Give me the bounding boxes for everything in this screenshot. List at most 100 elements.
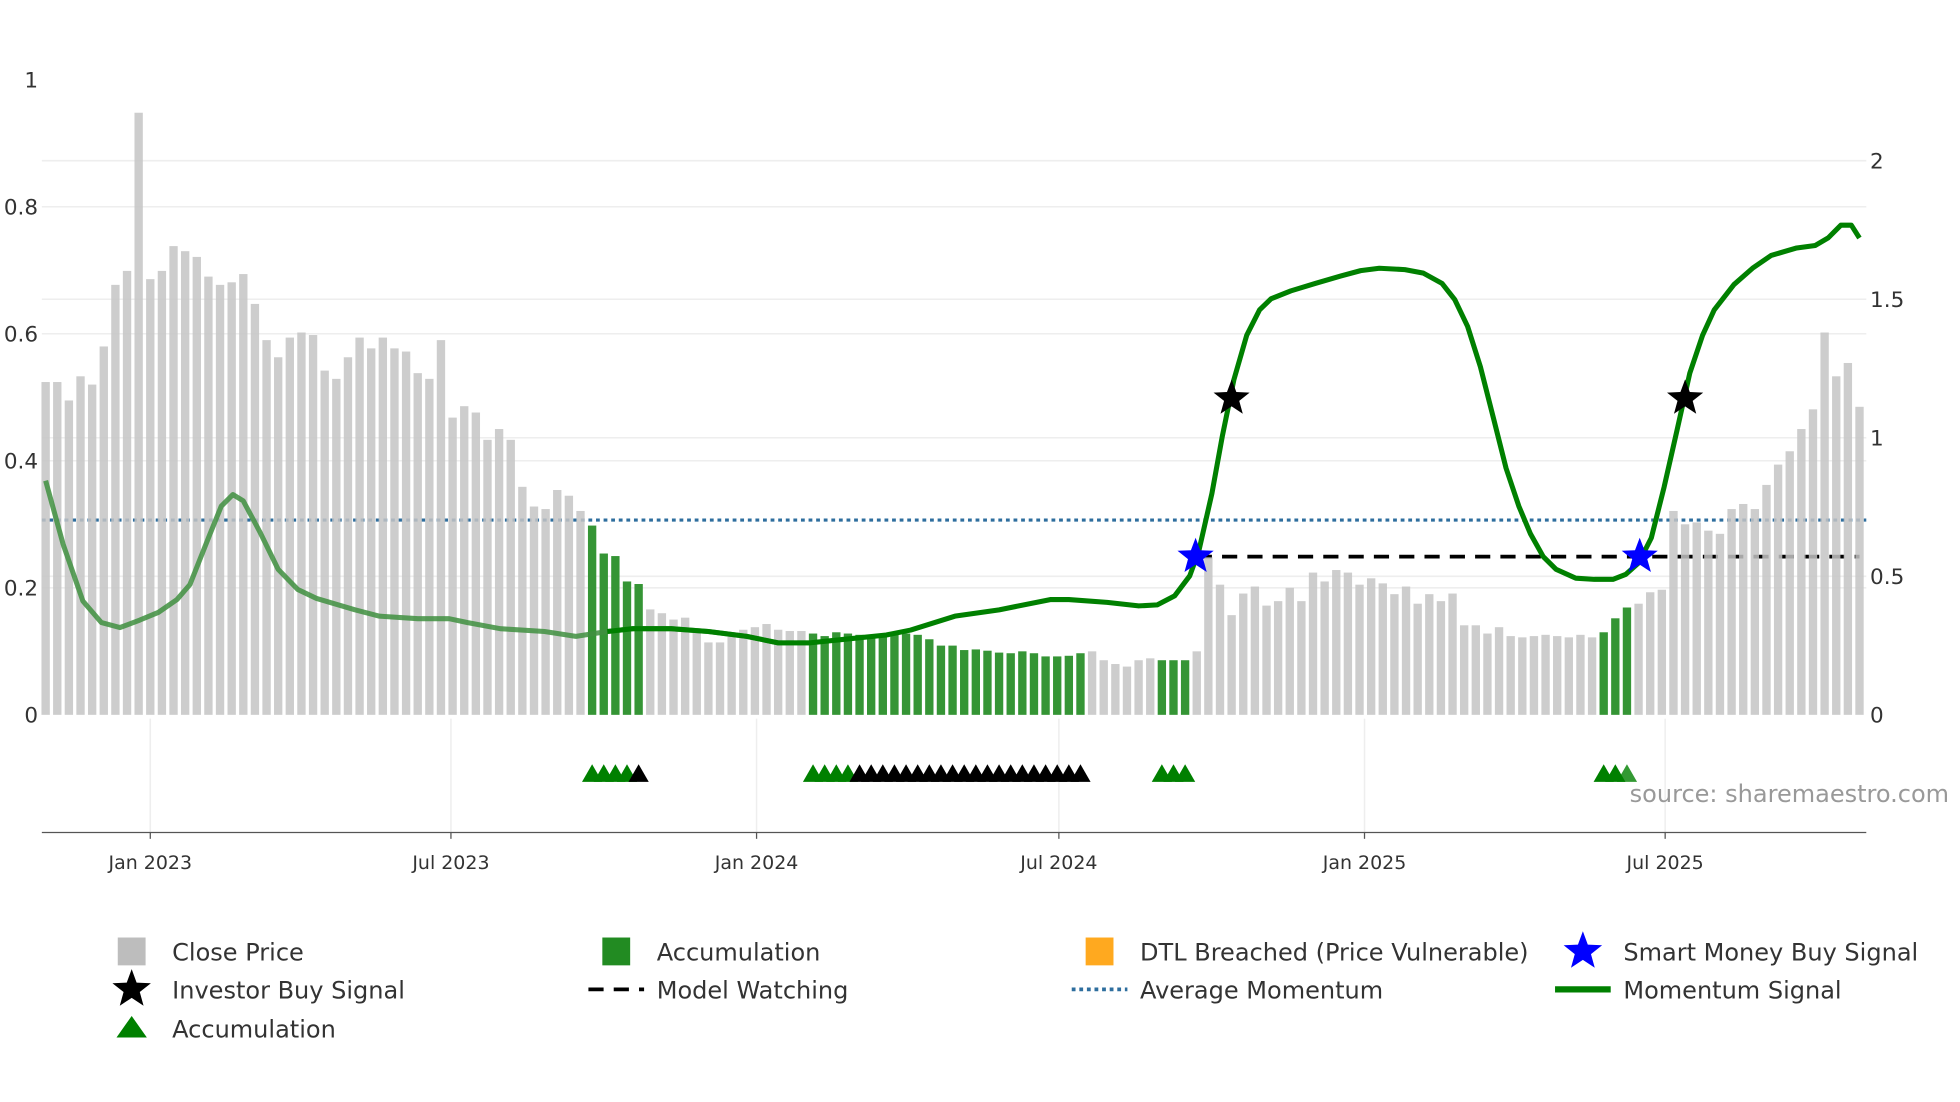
- close-price-bar: [332, 378, 341, 715]
- close-price-bar: [1448, 593, 1457, 715]
- close-price-bar: [1646, 592, 1655, 715]
- close-price-bar: [1227, 615, 1236, 715]
- close-price-bar: [262, 340, 271, 715]
- legend-label: Model Watching: [657, 976, 849, 1004]
- close-price-bar: [1273, 601, 1283, 715]
- close-price-bar: [1518, 637, 1527, 715]
- close-price-bar: [727, 633, 736, 715]
- close-price-bar: [320, 370, 329, 715]
- close-price-bar: [506, 439, 515, 715]
- close-price-bar: [1378, 583, 1387, 715]
- close-price-bar: [1762, 484, 1771, 715]
- accumulation-bar: [634, 584, 643, 715]
- close-price-bar: [1785, 451, 1794, 715]
- close-price-bar: [1471, 625, 1480, 715]
- close-price-bar: [1297, 601, 1306, 715]
- legend-label: Close Price: [172, 938, 304, 966]
- close-price-bar: [669, 619, 678, 715]
- close-price-bar: [1087, 651, 1097, 715]
- accumulation-bar: [936, 645, 946, 715]
- legend-square-icon: [1085, 937, 1114, 966]
- close-price-bar: [518, 486, 527, 715]
- close-price-bar: [192, 256, 201, 715]
- left-tick-label: 0.2: [4, 576, 38, 601]
- legend-item: DTL Breached (Price Vulnerable): [1085, 937, 1529, 966]
- legend-label: DTL Breached (Price Vulnerable): [1140, 938, 1529, 966]
- close-price-bar: [1541, 634, 1550, 715]
- accumulation-bar: [994, 652, 1004, 715]
- legend-label: Momentum Signal: [1623, 976, 1841, 1004]
- legend-star-icon: [1563, 931, 1603, 968]
- x-tick-label: Jan 2024: [714, 852, 799, 874]
- close-price-bar: [739, 629, 748, 715]
- accumulation-bar: [983, 650, 992, 715]
- close-price-bar: [1576, 634, 1585, 715]
- close-price-bar: [1773, 464, 1783, 715]
- close-price-bar: [1250, 586, 1260, 715]
- close-price-bar: [1320, 581, 1329, 715]
- accumulation-bar: [1018, 651, 1027, 715]
- close-price-bar: [1634, 603, 1643, 715]
- close-price-bar: [204, 276, 213, 715]
- accumulation-bar: [843, 633, 853, 715]
- legend-item: Smart Money Buy Signal: [1563, 931, 1918, 968]
- legend-item: Momentum Signal: [1555, 976, 1842, 1004]
- close-price-bar: [1727, 509, 1736, 715]
- accumulation-bar: [1064, 655, 1074, 715]
- close-price-bar: [1355, 584, 1364, 715]
- close-price-bar: [1308, 572, 1318, 715]
- close-price-bar: [1797, 429, 1806, 715]
- legend-item: Average Momentum: [1071, 976, 1383, 1004]
- close-price-bar: [1715, 533, 1725, 715]
- close-price-bar: [1436, 601, 1446, 715]
- close-price-bar: [529, 506, 539, 715]
- accumulation-bar: [622, 581, 632, 715]
- right-tick-label: 0.5: [1870, 565, 1904, 590]
- x-tick-label: Jul 2023: [411, 852, 489, 874]
- right-tick-label: 0: [1870, 703, 1884, 728]
- legend: Close Price Accumulation DTL Breached (Pri…: [112, 931, 1918, 1043]
- left-tick-label: 0.4: [4, 449, 38, 474]
- legend-label: Average Momentum: [1140, 976, 1383, 1004]
- accumulation-bar: [1157, 660, 1167, 715]
- accumulation-bar: [1622, 607, 1632, 715]
- close-price-bar: [541, 509, 550, 715]
- close-price-bar: [425, 378, 434, 715]
- close-price-bar: [1832, 376, 1841, 715]
- close-price-bar: [576, 510, 585, 715]
- accumulation-bar: [1053, 656, 1062, 715]
- close-price-bar: [1459, 625, 1469, 715]
- close-price-bar: [1553, 636, 1562, 715]
- left-tick-label: 0.8: [4, 195, 38, 220]
- close-price-bar: [134, 112, 143, 715]
- close-price-bar: [239, 274, 248, 715]
- accumulation-bar: [587, 525, 597, 715]
- accumulation-bar: [808, 633, 818, 715]
- legend-label: Smart Money Buy Signal: [1623, 938, 1918, 966]
- x-tick-label: Jan 2025: [1322, 852, 1407, 874]
- close-price-bar: [1343, 572, 1353, 715]
- close-price-bar: [1750, 509, 1760, 715]
- close-price-bar: [76, 376, 85, 715]
- accumulation-bar: [948, 645, 957, 715]
- close-price-bar: [1820, 332, 1829, 715]
- accumulation-bar: [913, 634, 922, 715]
- close-price-bar: [169, 246, 178, 715]
- right-tick-label: 1: [1870, 426, 1884, 451]
- close-price-bar: [308, 335, 318, 715]
- accumulation-bar: [1169, 660, 1178, 715]
- close-price-bar: [1204, 557, 1213, 715]
- accumulation-bar: [832, 632, 841, 715]
- close-price-bar: [715, 642, 725, 715]
- legend-square-icon: [117, 937, 146, 966]
- close-price-bar: [436, 340, 446, 715]
- close-price-bar: [401, 351, 411, 715]
- close-price-bar: [122, 270, 132, 715]
- close-price-bar: [1564, 637, 1573, 715]
- close-price-bar: [146, 279, 155, 715]
- close-price-bar: [1494, 627, 1504, 715]
- close-price-bar: [553, 490, 562, 715]
- x-axis-ticks: Jan 2023 Jul 2023 Jan 2024 Jul 2024 Jan 2025…: [108, 832, 1704, 874]
- close-price-bar: [297, 332, 306, 715]
- close-price-bar: [1413, 603, 1422, 715]
